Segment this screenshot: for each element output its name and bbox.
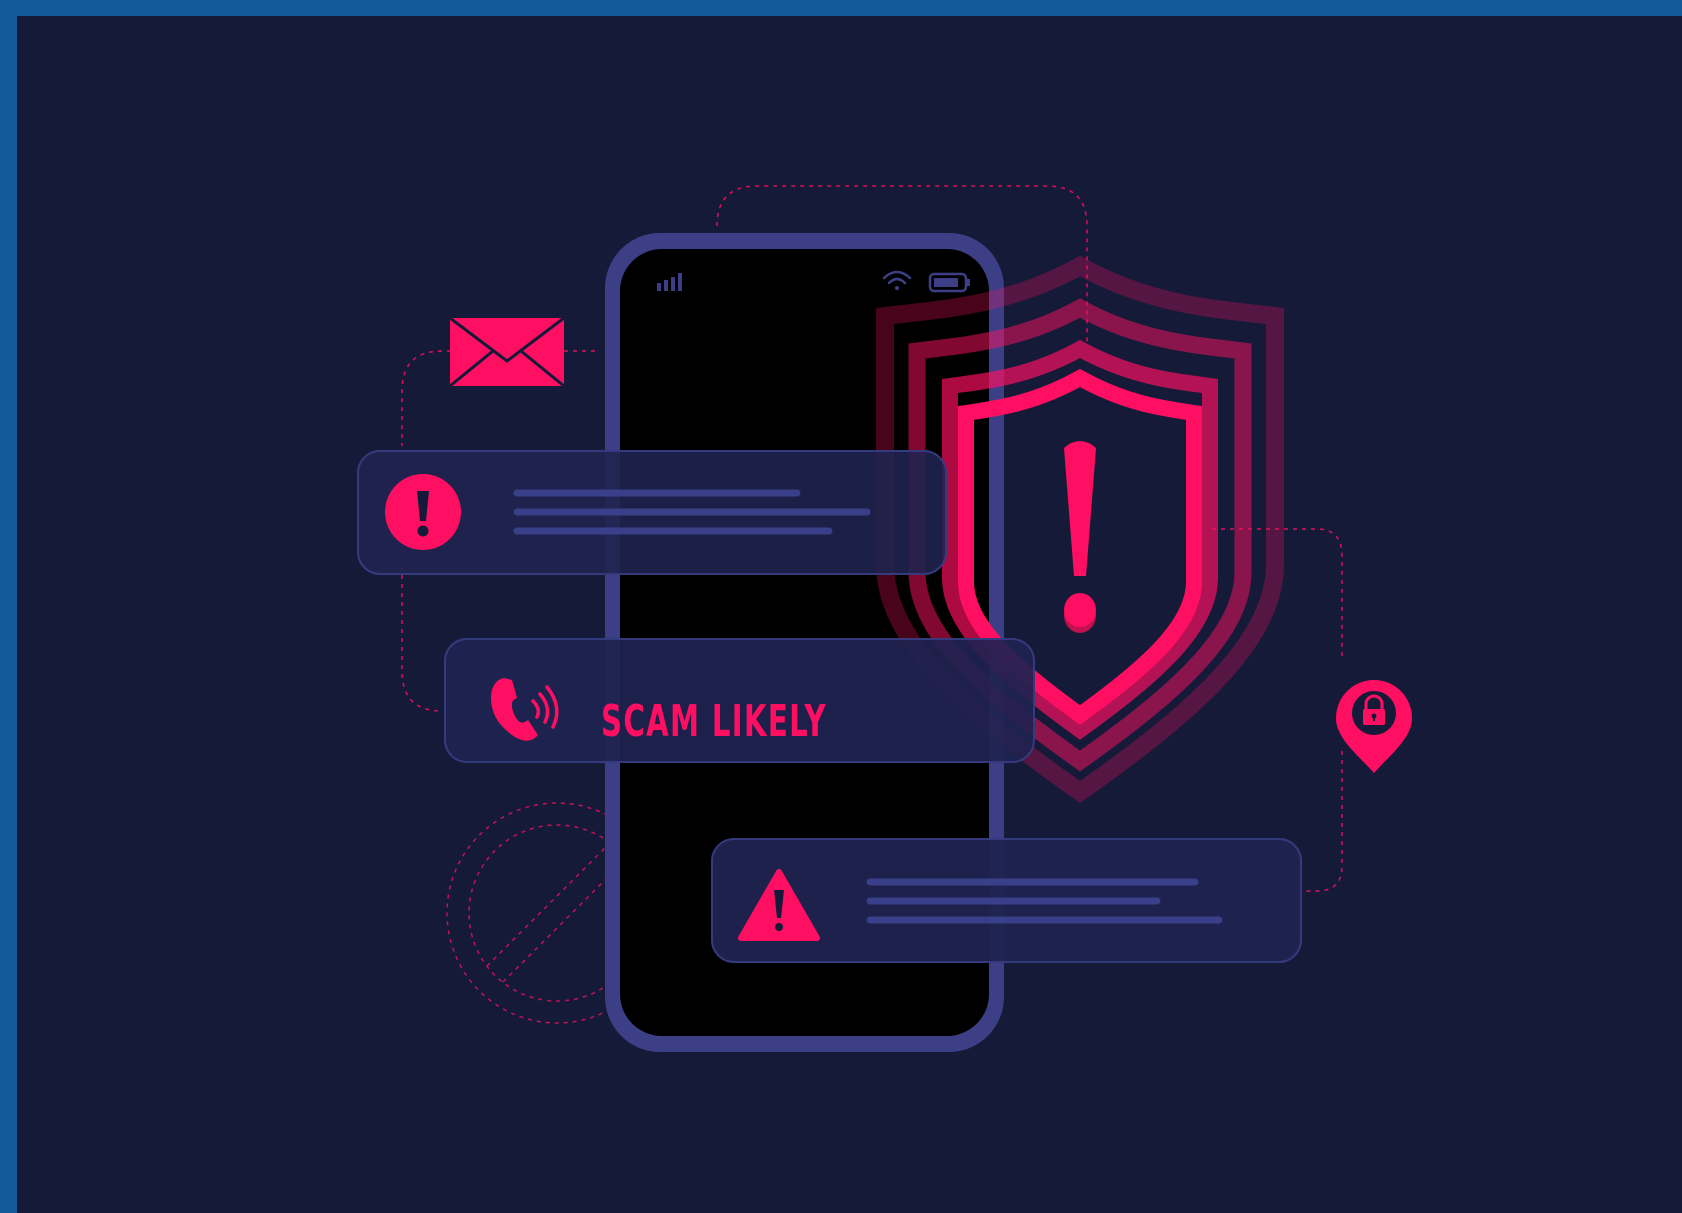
location-lock-pin-icon (1336, 680, 1412, 773)
warning-notification-card (711, 838, 1302, 963)
call-notification-card: SCAM LIKELY (444, 638, 1035, 763)
scam-likely-label: SCAM LIKELY (601, 696, 827, 747)
exclamation-circle-icon (385, 474, 461, 550)
illustration-canvas: SCAM LIKELY (17, 16, 1682, 1213)
envelope-icon (449, 316, 565, 388)
scam-alert-illustration: SCAM LIKELY (357, 185, 1412, 1052)
alert-notification-card (357, 450, 947, 575)
